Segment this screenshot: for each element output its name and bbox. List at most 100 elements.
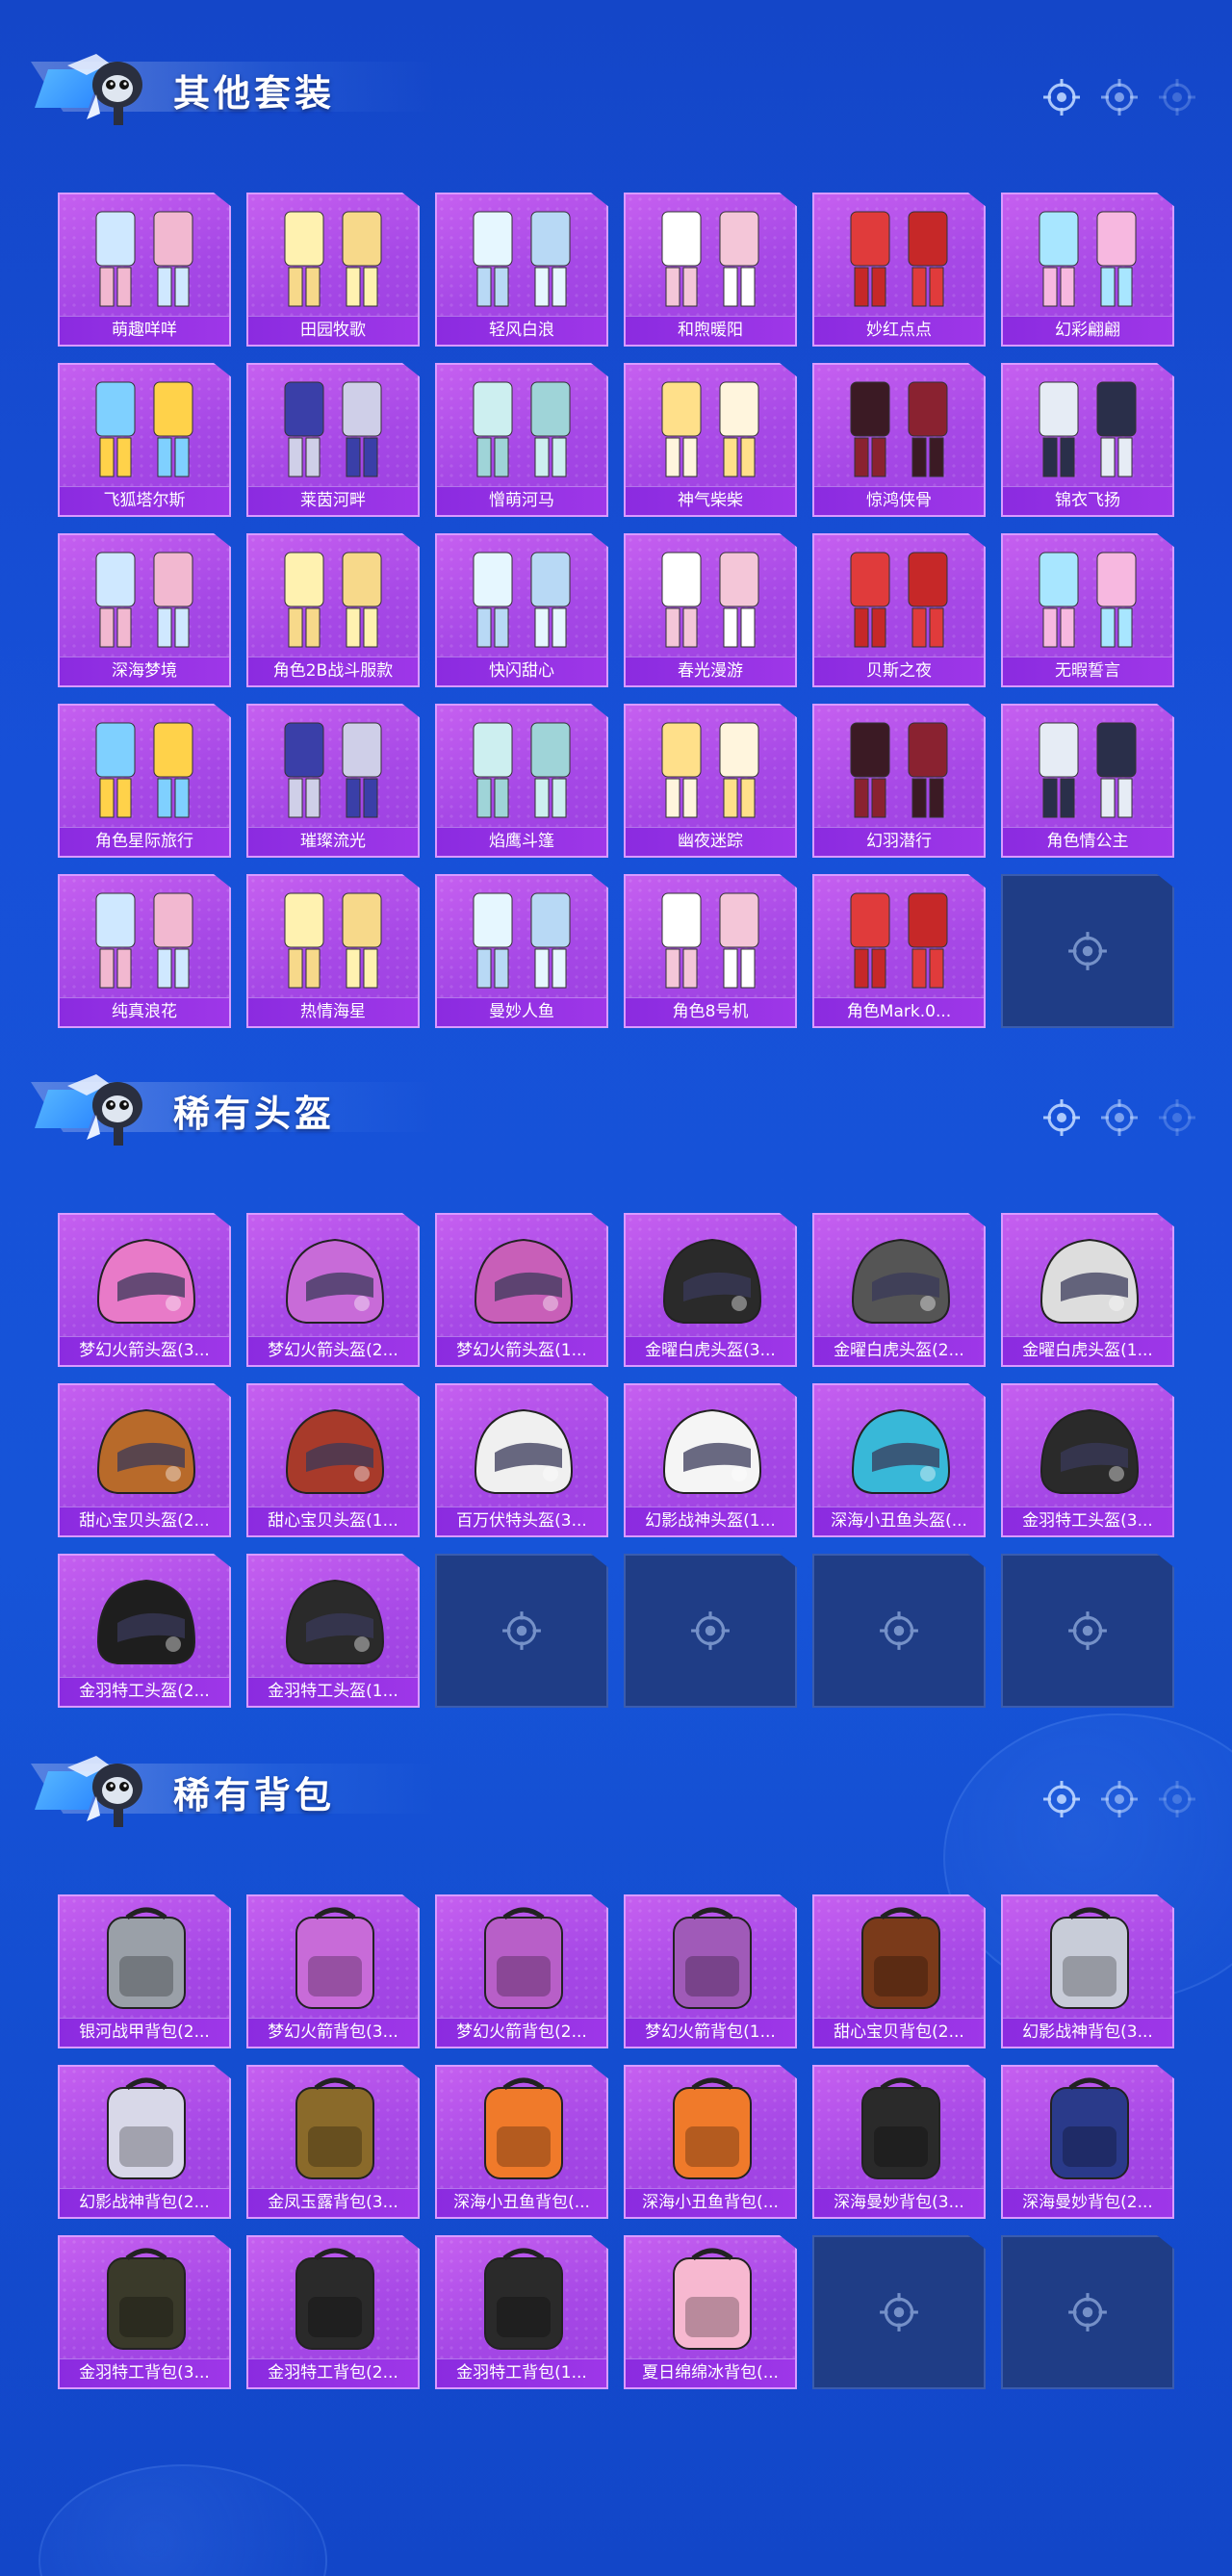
item-card[interactable]: 深海曼妙背包(3... xyxy=(812,2065,986,2219)
item-image xyxy=(285,1579,385,1664)
item-card[interactable]: 金曜白虎头盔(2... xyxy=(812,1213,986,1367)
item-image xyxy=(1050,2077,1129,2179)
item-card[interactable]: 梦幻火箭头盔(2... xyxy=(246,1213,420,1367)
item-card[interactable]: 无暇誓言 xyxy=(1001,533,1174,687)
item-card[interactable]: 角色情公主 xyxy=(1001,704,1174,858)
item-card[interactable]: 夏日绵绵冰背包(... xyxy=(624,2235,797,2389)
item-card[interactable]: 幻影战神头盔(1... xyxy=(624,1383,797,1537)
empty-slot xyxy=(435,1554,608,1708)
item-card[interactable]: 甜心宝贝背包(2... xyxy=(812,1894,986,2048)
item-card[interactable]: 甜心宝贝头盔(1... xyxy=(246,1383,420,1537)
item-image xyxy=(473,552,571,648)
crosshair-icon xyxy=(1101,1781,1138,1817)
item-card[interactable]: 金羽特工背包(3... xyxy=(58,2235,231,2389)
crosshair-icon xyxy=(1159,1781,1195,1817)
item-card[interactable]: 幻影战神背包(2... xyxy=(58,2065,231,2219)
item-card[interactable]: 纯真浪花 xyxy=(58,874,231,1028)
item-card[interactable]: 深海梦境 xyxy=(58,533,231,687)
item-card[interactable]: 春光漫游 xyxy=(624,533,797,687)
item-card[interactable]: 梦幻火箭头盔(1... xyxy=(435,1213,608,1367)
item-name: 角色星际旅行 xyxy=(60,827,229,856)
item-card[interactable]: 深海小丑鱼背包(... xyxy=(624,2065,797,2219)
item-name: 金羽特工头盔(3... xyxy=(1003,1507,1172,1535)
item-card[interactable]: 热情海星 xyxy=(246,874,420,1028)
item-name: 飞狐塔尔斯 xyxy=(60,486,229,515)
item-name: 锦衣飞扬 xyxy=(1003,486,1172,515)
item-card[interactable]: 金羽特工头盔(2... xyxy=(58,1554,231,1708)
crosshair-icon xyxy=(1043,1781,1080,1817)
item-card[interactable]: 神气柴柴 xyxy=(624,363,797,517)
item-image xyxy=(484,2077,563,2179)
item-name: 金曜白虎头盔(3... xyxy=(626,1336,795,1365)
item-card[interactable]: 璀璨流光 xyxy=(246,704,420,858)
crosshair-icon xyxy=(502,1611,541,1650)
item-card[interactable]: 角色Mark.0... xyxy=(812,874,986,1028)
item-card[interactable]: 金羽特工背包(1... xyxy=(435,2235,608,2389)
item-name: 春光漫游 xyxy=(626,657,795,685)
item-card[interactable]: 贝斯之夜 xyxy=(812,533,986,687)
item-name: 梦幻火箭背包(3... xyxy=(248,2018,418,2047)
item-card[interactable]: 梦幻火箭头盔(3... xyxy=(58,1213,231,1367)
section-title: 稀有头盔 xyxy=(173,1093,336,1135)
item-card[interactable]: 莱茵河畔 xyxy=(246,363,420,517)
item-card[interactable]: 飞狐塔尔斯 xyxy=(58,363,231,517)
item-name: 角色2B战斗服款 xyxy=(248,657,418,685)
item-card[interactable]: 幻羽潜行 xyxy=(812,704,986,858)
item-name: 金曜白虎头盔(2... xyxy=(814,1336,984,1365)
mascot-icon xyxy=(67,1074,142,1146)
item-card[interactable]: 田园牧歌 xyxy=(246,193,420,347)
item-image xyxy=(284,211,382,307)
item-card[interactable]: 深海曼妙背包(2... xyxy=(1001,2065,1174,2219)
item-card[interactable]: 角色8号机 xyxy=(624,874,797,1028)
item-card[interactable]: 幽夜迷踪 xyxy=(624,704,797,858)
item-image xyxy=(661,722,759,818)
item-name: 夏日绵绵冰背包(... xyxy=(626,2358,795,2387)
item-card[interactable]: 深海小丑鱼头盔(... xyxy=(812,1383,986,1537)
item-name: 神气柴柴 xyxy=(626,486,795,515)
item-card[interactable]: 曼妙人鱼 xyxy=(435,874,608,1028)
item-card[interactable]: 梦幻火箭背包(1... xyxy=(624,1894,797,2048)
item-name: 贝斯之夜 xyxy=(814,657,984,685)
item-card[interactable]: 金羽特工头盔(1... xyxy=(246,1554,420,1708)
item-card[interactable]: 角色星际旅行 xyxy=(58,704,231,858)
crosshair-icon xyxy=(1068,2293,1107,2331)
item-name: 深海小丑鱼背包(... xyxy=(626,2188,795,2217)
item-card[interactable]: 金羽特工背包(2... xyxy=(246,2235,420,2389)
item-name: 甜心宝贝背包(2... xyxy=(814,2018,984,2047)
item-name: 快闪甜心 xyxy=(437,657,606,685)
item-name: 角色Mark.0... xyxy=(814,997,984,1026)
item-card[interactable]: 百万伏特头盔(3... xyxy=(435,1383,608,1537)
item-image xyxy=(107,1907,186,2009)
item-name: 轻风白浪 xyxy=(437,316,606,345)
section-header: 稀有背包 xyxy=(0,1731,1232,1837)
item-card[interactable]: 妙红点点 xyxy=(812,193,986,347)
item-card[interactable]: 憎萌河马 xyxy=(435,363,608,517)
item-name: 梦幻火箭背包(2... xyxy=(437,2018,606,2047)
item-image xyxy=(861,2077,940,2179)
item-image xyxy=(850,892,948,989)
item-card[interactable]: 惊鸿侠骨 xyxy=(812,363,986,517)
item-name: 璀璨流光 xyxy=(248,827,418,856)
item-card[interactable]: 幻彩翩翩 xyxy=(1001,193,1174,347)
item-card[interactable]: 甜心宝贝头盔(2... xyxy=(58,1383,231,1537)
item-card[interactable]: 焰鹰斗篷 xyxy=(435,704,608,858)
item-card[interactable]: 锦衣飞扬 xyxy=(1001,363,1174,517)
item-card[interactable]: 快闪甜心 xyxy=(435,533,608,687)
item-card[interactable]: 梦幻火箭背包(2... xyxy=(435,1894,608,2048)
item-name: 热情海星 xyxy=(248,997,418,1026)
item-name: 金羽特工背包(3... xyxy=(60,2358,229,2387)
item-card[interactable]: 银河战甲背包(2... xyxy=(58,1894,231,2048)
item-name: 深海曼妙背包(3... xyxy=(814,2188,984,2217)
item-card[interactable]: 金凤玉露背包(3... xyxy=(246,2065,420,2219)
item-card[interactable]: 金曜白虎头盔(1... xyxy=(1001,1213,1174,1367)
item-card[interactable]: 幻影战神背包(3... xyxy=(1001,1894,1174,2048)
item-card[interactable]: 梦幻火箭背包(3... xyxy=(246,1894,420,2048)
item-card[interactable]: 萌趣咩咩 xyxy=(58,193,231,347)
item-card[interactable]: 和煦暖阳 xyxy=(624,193,797,347)
item-card[interactable]: 金羽特工头盔(3... xyxy=(1001,1383,1174,1537)
item-card[interactable]: 轻风白浪 xyxy=(435,193,608,347)
item-card[interactable]: 角色2B战斗服款 xyxy=(246,533,420,687)
item-card[interactable]: 深海小丑鱼背包(... xyxy=(435,2065,608,2219)
item-name: 梦幻火箭头盔(3... xyxy=(60,1336,229,1365)
item-card[interactable]: 金曜白虎头盔(3... xyxy=(624,1213,797,1367)
